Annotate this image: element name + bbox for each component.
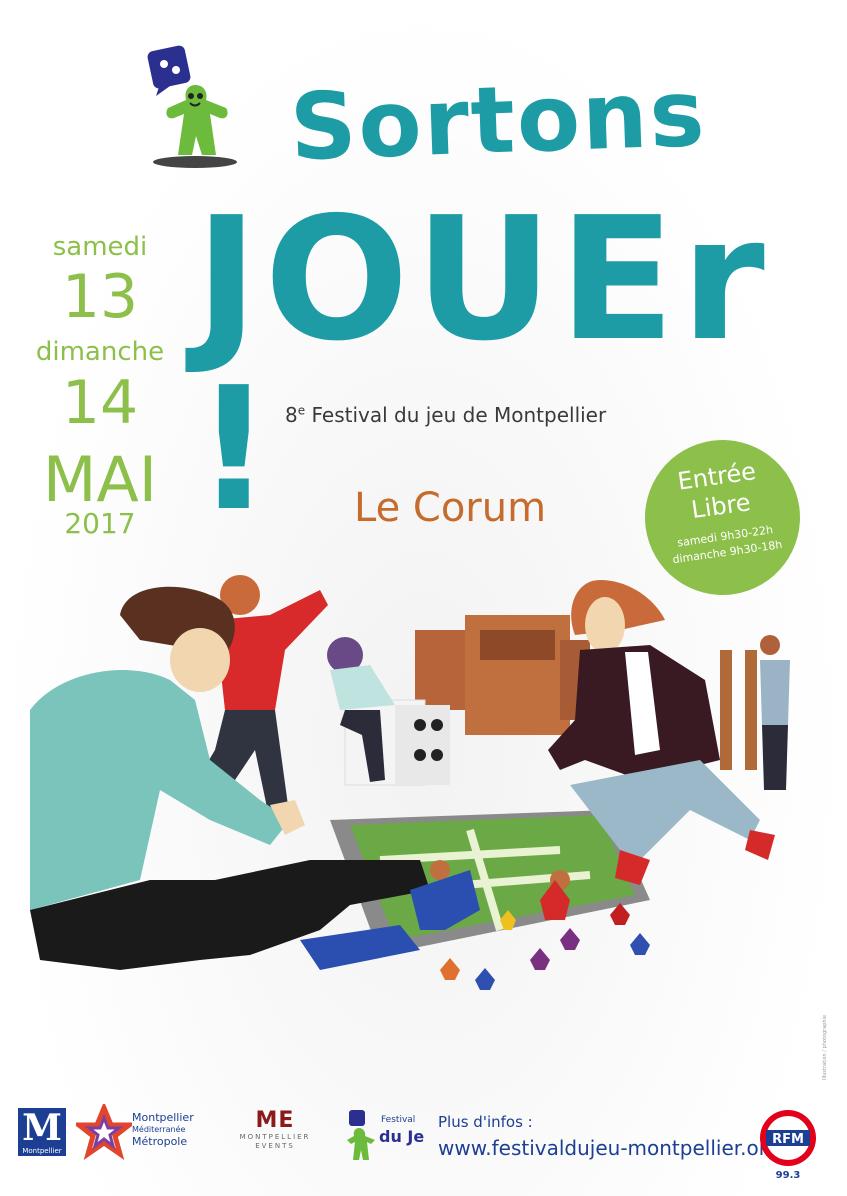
info-label: Plus d'infos :	[438, 1113, 533, 1131]
rfm-label: RFM	[772, 1132, 804, 1147]
festival-subtitle: 8e Festival du jeu de Montpellier	[285, 403, 606, 427]
month: MAI	[42, 443, 158, 516]
metro-text: Montpellier Méditerranée Métropole	[132, 1112, 194, 1148]
day1-number: 13	[61, 262, 139, 332]
montpellier-events-logo: ME MONTPELLIER EVENTS	[230, 1108, 320, 1151]
star-logo-icon	[76, 1104, 132, 1160]
festival-logo-icon: Festival du Jeu	[347, 1110, 425, 1160]
montpellier-logo-label: Montpellier	[18, 1146, 66, 1156]
year: 2017	[64, 507, 136, 540]
child-with-ladder	[720, 635, 790, 790]
paper-illustration	[30, 575, 790, 990]
subtitle-ordinal: 8	[285, 403, 298, 427]
festival-logo-line-2: du Jeu	[379, 1127, 425, 1146]
metro-line-3: Métropole	[132, 1135, 188, 1148]
rfm-logo-icon: RFM	[760, 1110, 816, 1166]
dice-mascot-icon	[147, 45, 237, 168]
venue: Le Corum	[354, 485, 547, 531]
metro-line-1: Montpellier	[132, 1111, 194, 1124]
subtitle-text: Festival du jeu de Montpellier	[305, 403, 607, 427]
events-line-2: EVENTS	[255, 1142, 295, 1150]
festival-website-link[interactable]: www.festivaldujeu-montpellier.org	[438, 1136, 779, 1160]
montpellier-logo: M Montpellier	[18, 1108, 66, 1156]
events-line-1: MONTPELLIER	[239, 1133, 311, 1141]
festival-poster: Sortons JOUEr ! samedi 13 dimanche 14 MA…	[0, 0, 847, 1196]
day2-label: dimanche	[35, 337, 165, 367]
sponsor-footer: M Montpellier Montpellier Méditerranée Mé…	[0, 1090, 847, 1196]
day1-label: samedi	[52, 232, 148, 262]
rfm-frequency: 99.3	[775, 1170, 801, 1181]
festival-logo-line-1: Festival	[381, 1115, 415, 1125]
events-mark: ME	[255, 1108, 295, 1133]
title-line-1: Sortons	[288, 59, 709, 182]
illustration-credit: Illustration / photographie	[822, 1014, 828, 1080]
day2-number: 14	[61, 368, 139, 438]
